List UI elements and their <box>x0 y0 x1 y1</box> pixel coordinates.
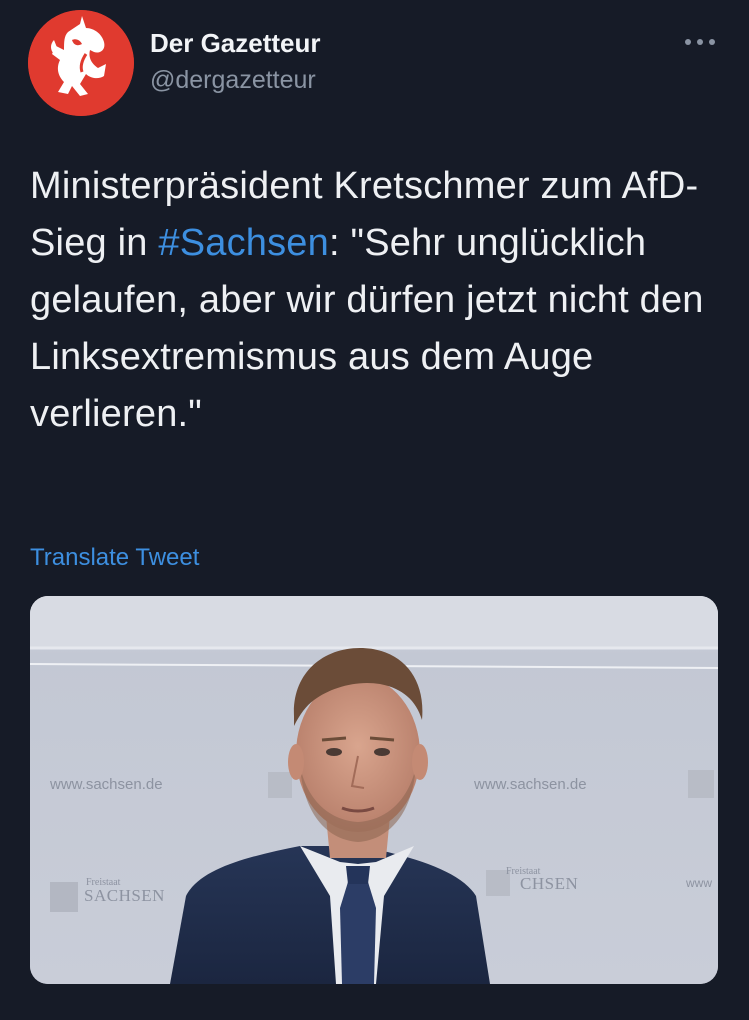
translate-tweet-link[interactable]: Translate Tweet <box>30 544 199 572</box>
avatar[interactable] <box>28 10 134 116</box>
hashtag-link[interactable]: #Sachsen <box>158 222 329 264</box>
backdrop-url-text: www.sachsen.de <box>474 776 587 793</box>
unicorn-logo-icon <box>28 10 134 116</box>
backdrop-sachsen-text: CHSEN <box>520 874 579 893</box>
tweet-header: Der Gazetteur @dergazetteur <box>28 10 718 120</box>
user-handle[interactable]: @dergazetteur <box>150 66 316 95</box>
more-options-icon[interactable] <box>682 34 718 50</box>
backdrop-url-text: www.sachsen.de <box>50 776 163 793</box>
backdrop-sachsen-text: SACHSEN <box>84 886 165 905</box>
tweet-text: Ministerpräsident Kretschmer zum AfD-Sie… <box>30 158 710 443</box>
backdrop-url-text: www <box>686 876 712 890</box>
tweet-media-image[interactable]: www.sachsen.de www.sachsen.de www Freist… <box>30 596 718 984</box>
display-name[interactable]: Der Gazetteur <box>150 28 321 59</box>
tweet-card: Der Gazetteur @dergazetteur Ministerpräs… <box>0 0 749 1020</box>
